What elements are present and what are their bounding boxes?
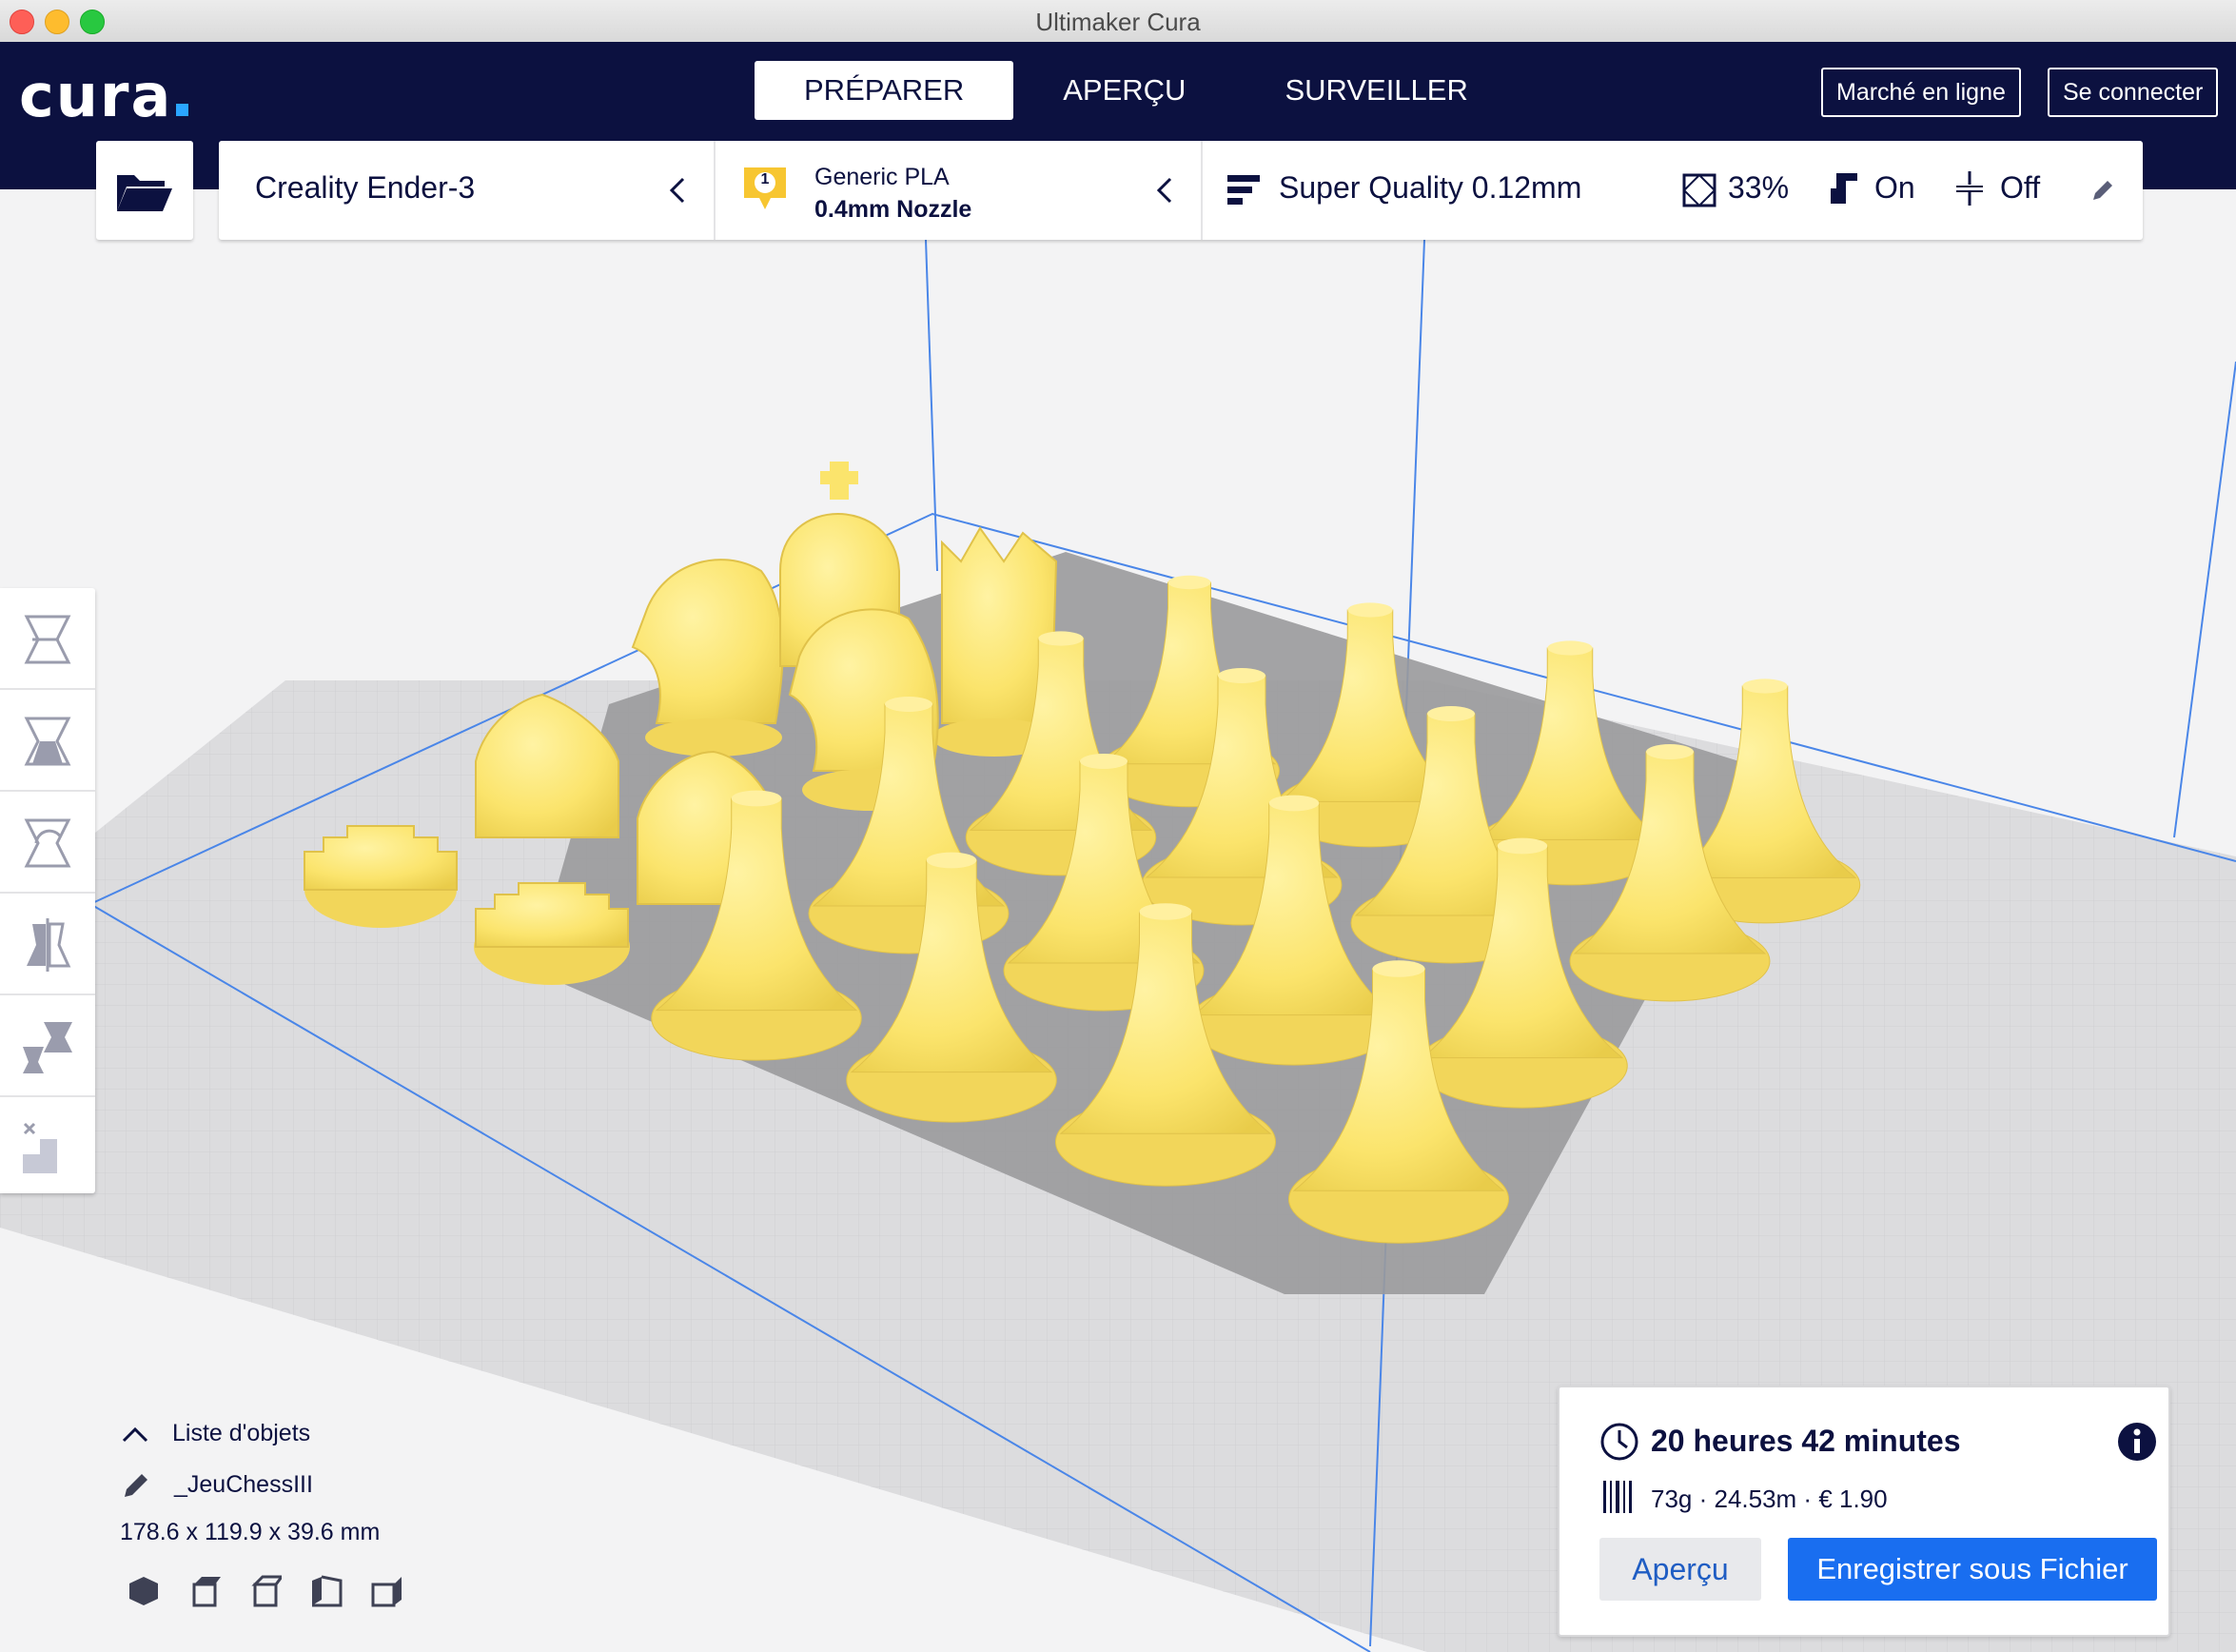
tool-panel (0, 588, 95, 1193)
chevron-up-icon (122, 1426, 148, 1443)
printer-selector[interactable]: Creality Ender-3 (219, 141, 714, 240)
move-tool-icon (24, 615, 71, 664)
mirror-tool-icon (27, 918, 71, 972)
view-orientation-controls (120, 1575, 402, 1622)
per-model-settings-button[interactable] (0, 995, 95, 1097)
object-list-panel: Liste d'objets _JeuChessIII 178.6 x 119.… (120, 1418, 402, 1622)
adhesion-icon (1956, 171, 1983, 206)
front-view-icon[interactable] (188, 1575, 221, 1607)
right-view-icon[interactable] (371, 1575, 403, 1607)
logo-dot (176, 104, 189, 116)
material-usage: 73g · 24.53m · € 1.90 (1651, 1485, 1888, 1513)
print-summary-panel: 20 heures 42 minutes 73g · 24.53m · € 1.… (1558, 1386, 2170, 1637)
support-blocker-button[interactable] (0, 1097, 95, 1197)
mirror-tool-button[interactable] (0, 894, 95, 995)
rook-piece-2 (474, 882, 630, 985)
scale-tool-icon (24, 717, 71, 766)
material-selector[interactable]: 1 Generic PLA 0.4mm Nozzle (716, 141, 1201, 240)
3d-view-icon[interactable] (127, 1575, 160, 1607)
infill-icon (1682, 173, 1716, 207)
model-dimensions: 178.6 x 119.9 x 39.6 mm (120, 1519, 381, 1545)
filament-icon (1603, 1481, 1632, 1513)
job-name-row[interactable]: _JeuChessIII (120, 1467, 380, 1517)
pencil-icon (125, 1474, 147, 1497)
tab-preview[interactable]: APERÇU (1013, 61, 1235, 120)
window-title: Ultimaker Cura (1035, 8, 1201, 36)
support-blocker-icon (23, 1122, 57, 1173)
job-name: _JeuChessIII (174, 1471, 313, 1498)
support-value: On (1874, 170, 1915, 205)
tab-prepare[interactable]: PRÉPARER (755, 61, 1014, 120)
machine-settings-bar: Creality Ender-3 1 Generic PLA 0.4mm Noz… (219, 141, 2143, 240)
printer-name: Creality Ender-3 (255, 170, 476, 205)
cura-logo: cura (19, 61, 189, 130)
chevron-left-icon (1156, 177, 1172, 204)
clock-icon (1600, 1423, 1638, 1461)
tab-monitor[interactable]: SURVEILLER (1235, 61, 1517, 120)
support-icon (1831, 173, 1857, 204)
print-time: 20 heures 42 minutes (1651, 1424, 1961, 1458)
object-list-title: Liste d'objets (172, 1420, 311, 1446)
marketplace-button[interactable]: Marché en ligne (1821, 68, 2021, 117)
adhesion-value: Off (2000, 170, 2041, 205)
quality-profile-icon (1227, 175, 1260, 205)
left-view-icon[interactable] (310, 1575, 343, 1607)
rotate-tool-icon (24, 818, 71, 868)
print-settings-selector[interactable]: Super Quality 0.12mm 33% On Off (1203, 141, 2143, 240)
infill-value: 33% (1728, 170, 1790, 205)
nozzle-size: 0.4mm Nozzle (814, 196, 972, 223)
stage-tabs: PRÉPARER APERÇU SURVEILLER (755, 61, 1518, 120)
top-view-icon[interactable] (249, 1575, 282, 1607)
scale-tool-button[interactable] (0, 690, 95, 792)
move-tool-button[interactable] (0, 588, 95, 690)
folder-open-icon (117, 175, 172, 211)
window-titlebar: Ultimaker Cura (0, 0, 2236, 43)
rotate-tool-button[interactable] (0, 792, 95, 894)
info-icon[interactable] (2117, 1422, 2157, 1462)
per-model-settings-icon (23, 1022, 72, 1073)
chevron-left-icon (669, 177, 685, 204)
extruder-number: 1 (760, 171, 770, 187)
save-to-file-button[interactable]: Enregistrer sous Fichier (1788, 1538, 2157, 1601)
pencil-edit-icon[interactable] (2089, 179, 2114, 204)
object-list-toggle[interactable]: Liste d'objets (120, 1418, 380, 1456)
preview-button[interactable]: Aperçu (1599, 1538, 1761, 1601)
quality-profile: Super Quality 0.12mm (1279, 170, 1582, 205)
material-name: Generic PLA (814, 164, 950, 190)
rook-piece-1 (304, 825, 458, 928)
open-file-button[interactable] (96, 141, 193, 240)
signin-button[interactable]: Se connecter (2048, 68, 2219, 117)
